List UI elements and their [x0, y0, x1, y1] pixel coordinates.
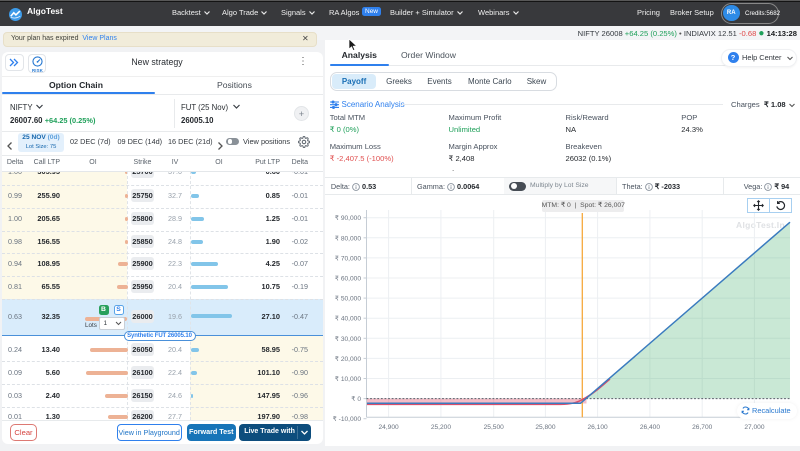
- svg-text:₹ 0: ₹ 0: [351, 395, 361, 403]
- svg-text:25,500: 25,500: [484, 424, 505, 431]
- svg-text:24,900: 24,900: [379, 424, 400, 431]
- svg-text:₹ 90,000: ₹ 90,000: [335, 214, 362, 222]
- svg-text:₹ 60,000: ₹ 60,000: [335, 275, 362, 283]
- svg-text:₹ 80,000: ₹ 80,000: [335, 234, 362, 242]
- svg-text:₹ -10,000: ₹ -10,000: [333, 415, 362, 423]
- svg-text:₹ 30,000: ₹ 30,000: [335, 335, 362, 343]
- svg-text:26,400: 26,400: [640, 424, 661, 431]
- svg-text:₹ 70,000: ₹ 70,000: [335, 254, 362, 262]
- svg-text:25,200: 25,200: [431, 424, 452, 431]
- svg-text:₹ 50,000: ₹ 50,000: [335, 295, 362, 303]
- svg-text:26,100: 26,100: [588, 424, 609, 431]
- svg-text:26,700: 26,700: [692, 424, 713, 431]
- svg-text:₹ 20,000: ₹ 20,000: [335, 355, 362, 363]
- svg-text:25,800: 25,800: [535, 424, 556, 431]
- svg-text:27,000: 27,000: [744, 424, 765, 431]
- svg-text:₹ 10,000: ₹ 10,000: [335, 375, 362, 383]
- svg-text:₹ 40,000: ₹ 40,000: [335, 315, 362, 323]
